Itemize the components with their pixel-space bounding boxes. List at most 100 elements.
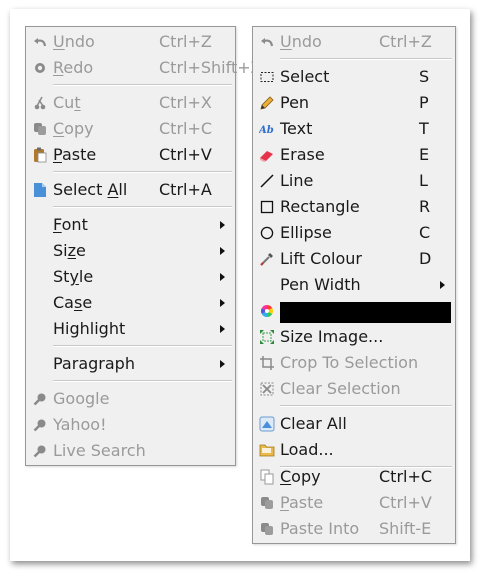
search-icon (32, 443, 48, 459)
line-icon (259, 173, 275, 189)
menu-item-clear-all[interactable]: Clear All (253, 411, 455, 437)
menu-item-style[interactable]: Style (26, 264, 235, 290)
menu-item-label: Redo (53, 58, 94, 77)
shortcut-label: Ctrl+A (159, 180, 212, 199)
menu-item-label: Size Image... (280, 327, 384, 346)
menu-item-label: Paste (280, 493, 324, 512)
menu-item-label: Case (53, 293, 93, 312)
select-rect-icon (259, 69, 275, 85)
paste-into-icon (259, 521, 275, 537)
menu-item-label: Select All (53, 180, 128, 199)
shortcut-key: E (419, 145, 430, 164)
menu-item-label: Ellipse (280, 223, 332, 242)
shortcut-label: Ctrl+X (159, 93, 212, 112)
undo-icon (259, 34, 275, 50)
search-icon (32, 417, 48, 433)
text-icon: Ab (259, 121, 275, 137)
copy-icon (32, 121, 48, 137)
submenu-arrow-icon (220, 299, 225, 307)
menu-item-size-image[interactable]: Size Image... (253, 324, 455, 350)
menu-separator (53, 171, 232, 173)
menu-item-label: Live Search (53, 441, 146, 460)
menu-item-label: Erase (280, 145, 325, 164)
submenu-arrow-icon (220, 360, 225, 368)
svg-text:Ab: Ab (259, 125, 274, 135)
menu-item-pen-width[interactable]: Pen Width (253, 272, 455, 298)
shortcut-key: C (419, 223, 431, 242)
menu-item-case[interactable]: Case (26, 290, 235, 316)
menu-item-label: Clear All (280, 414, 347, 433)
menu-item-live-search[interactable]: Live Search (26, 438, 235, 464)
menu-item-paragraph[interactable]: Paragraph (26, 351, 235, 377)
shortcut-label: Ctrl+Z (379, 32, 432, 51)
paste-icon (259, 495, 275, 511)
menu-item-erase[interactable]: Erase E (253, 142, 455, 168)
shortcut-label: Shift-E (379, 519, 432, 538)
menu-item-load[interactable]: Load... (253, 437, 455, 463)
menu-item-label: Rectangle (280, 197, 360, 216)
search-icon (32, 391, 48, 407)
menu-item-label: Cut (53, 93, 81, 112)
menu-item-select-all[interactable]: Select All Ctrl+A (26, 177, 235, 203)
rectangle-icon (259, 199, 275, 215)
pen-colour-swatch (280, 302, 451, 323)
menu-item-google[interactable]: Google (26, 386, 235, 412)
menu-item-label: Clear Selection (280, 379, 401, 398)
undo-icon (32, 34, 48, 50)
menu-item-highlight[interactable]: Highlight (26, 316, 235, 342)
menu-item-ellipse[interactable]: Ellipse C (253, 220, 455, 246)
menu-item-redo[interactable]: Redo Ctrl+Shift+Z (26, 55, 262, 81)
menu-item-font[interactable]: Font (26, 212, 235, 238)
menu-item-label: Load... (280, 440, 334, 459)
menu-item-label: Pen Width (280, 275, 361, 294)
eraser-icon (259, 147, 275, 163)
shortcut-label: Ctrl+V (159, 145, 212, 164)
paste-icon (32, 147, 48, 163)
menu-item-pen[interactable]: Pen P (253, 90, 455, 116)
menu-item-label: Paste (53, 145, 97, 164)
menu-item-label: Copy (280, 467, 321, 486)
menu-item-yahoo[interactable]: Yahoo! (26, 412, 235, 438)
menu-item-copy[interactable]: Copy Ctrl+C (253, 464, 455, 490)
menu-item-crop-to-selection[interactable]: Crop To Selection (253, 350, 455, 376)
menu-item-label: Line (280, 171, 314, 190)
text-context-menu: Undo Ctrl+Z Redo Ctrl+Shift+Z Cut Ctrl+X… (25, 26, 262, 466)
menu-item-size[interactable]: Size (26, 238, 235, 264)
menu-item-label: Copy (53, 119, 94, 138)
menu-separator (53, 84, 232, 86)
menu-item-rectangle[interactable]: Rectangle R (253, 194, 455, 220)
menu-item-line[interactable]: Line L (253, 168, 455, 194)
menu-item-label: Size (53, 241, 86, 260)
clear-selection-icon (259, 381, 275, 397)
copy-icon (259, 469, 275, 485)
redo-icon (32, 60, 48, 76)
menu-item-label: Highlight (53, 319, 126, 338)
menu-item-paste[interactable]: Paste Ctrl+V (26, 142, 235, 168)
shortcut-label: Ctrl+Z (159, 32, 212, 51)
menu-item-label: Crop To Selection (280, 353, 419, 372)
menu-item-select[interactable]: Select S (253, 64, 455, 90)
menu-item-label: Undo (280, 32, 322, 51)
menu-item-paste[interactable]: Paste Ctrl+V (253, 490, 455, 516)
menu-item-text[interactable]: Ab Text T (253, 116, 455, 142)
menu-separator (280, 58, 452, 60)
menu-item-label: Paste Into (280, 519, 360, 538)
menu-item-clear-selection[interactable]: Clear Selection (253, 376, 455, 402)
submenu-arrow-icon (440, 281, 445, 289)
menu-item-undo[interactable]: Undo Ctrl+Z (253, 29, 455, 55)
menu-item-label: Paragraph (53, 354, 135, 373)
menu-item-paste-into[interactable]: Paste Into Shift-E (253, 516, 455, 542)
menu-item-lift-colour[interactable]: Lift Colour D (253, 246, 455, 272)
menu-item-undo[interactable]: Undo Ctrl+Z (26, 29, 235, 55)
crop-icon (259, 355, 275, 371)
shortcut-label: Ctrl+C (379, 467, 433, 486)
menu-item-label: Text (280, 119, 313, 138)
submenu-arrow-icon (220, 325, 225, 333)
shortcut-key: L (419, 171, 428, 190)
color-wheel-icon (259, 303, 275, 319)
menu-item-cut[interactable]: Cut Ctrl+X (26, 90, 235, 116)
shortcut-key: R (419, 197, 431, 216)
menu-item-copy[interactable]: Copy Ctrl+C (26, 116, 235, 142)
menu-item-label: Font (53, 215, 88, 234)
menu-item-pen-colour[interactable] (253, 298, 455, 324)
